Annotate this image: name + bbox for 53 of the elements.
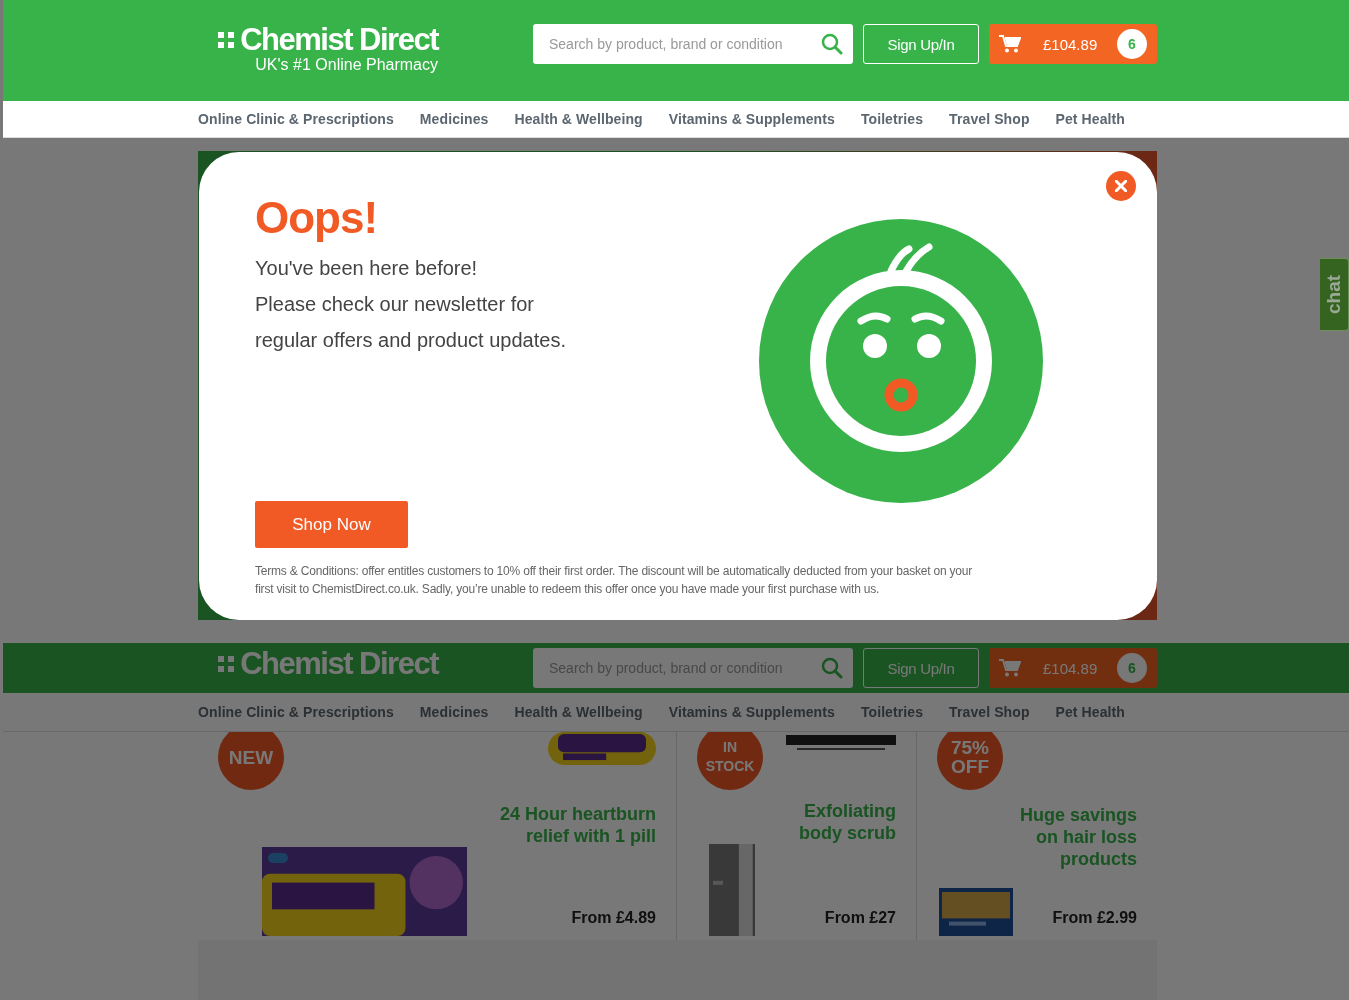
promo-price: From £4.89 — [571, 909, 656, 927]
nav-link[interactable]: Online Clinic & Prescriptions — [198, 111, 394, 127]
tagline: UK's #1 Online Pharmacy — [255, 56, 438, 74]
promo-card[interactable]: IN STOCK Exfoliating body scrub From £27 — [677, 732, 917, 940]
sign-in-button[interactable]: Sign Up/In — [863, 648, 979, 688]
nav-link[interactable]: Toiletries — [860, 111, 924, 127]
promo-price: From £27 — [824, 909, 896, 927]
nav-link[interactable]: Health & Wellbeing — [514, 111, 643, 127]
chat-tab[interactable]: chat — [1320, 258, 1349, 331]
promo-badge: 75% OFF — [937, 732, 1003, 790]
search-field[interactable]: Search by product, brand or condition — [533, 24, 853, 64]
terms-text: Terms & Conditions: offer entitles customers to 10% off their first order. The discount will be automatically deducted from your basket on your first visit to ChemistDirect.co.uk. Sadly, you’re unable to redeem this offer once you have made your first purchase with us. — [255, 563, 974, 598]
promo-headline[interactable]: 24 Hour heartburn relief with 1 pill — [218, 803, 656, 847]
basket-button[interactable]: £104.89 6 — [989, 24, 1157, 64]
promo-badge: IN STOCK — [697, 732, 763, 790]
nav-link[interactable]: Vitamins & Supplements — [668, 111, 835, 127]
promo-price: From £2.99 — [1052, 909, 1137, 927]
close-icon — [1115, 180, 1127, 192]
search-icon[interactable] — [821, 657, 843, 679]
basket-count: 6 — [1117, 653, 1147, 683]
popup-message: Please check our newsletter for — [255, 292, 536, 317]
promo-headline[interactable]: Exfoliating body scrub — [697, 800, 896, 844]
search-icon[interactable] — [821, 33, 843, 55]
popup-message: regular offers and product updates. — [255, 328, 566, 353]
logo-text[interactable]: Chemist Direct — [240, 648, 438, 680]
nav-link[interactable]: Medicines — [419, 111, 489, 127]
basket-total: £104.89 — [1043, 35, 1099, 53]
cart-icon — [999, 35, 1021, 53]
popup-message: You've been here before! — [255, 256, 479, 281]
nav-link[interactable]: Toiletries — [860, 704, 924, 720]
popup-title: Oops! — [255, 192, 379, 244]
promo-card[interactable]: 75% OFF Huge savings on hair loss products From £2.99 — [917, 732, 1157, 940]
basket-total: £104.89 — [1043, 659, 1099, 677]
nav-link[interactable]: Vitamins & Supplements — [668, 704, 835, 720]
close-button[interactable] — [1106, 171, 1136, 201]
logo-icon — [218, 32, 237, 48]
cart-icon — [999, 659, 1021, 677]
logo-text[interactable]: Chemist Direct — [240, 24, 438, 56]
shop-now-button[interactable]: Shop Now — [255, 501, 408, 548]
nav-link[interactable]: Travel Shop — [949, 111, 1030, 127]
nav-link[interactable]: Travel Shop — [949, 704, 1030, 720]
nav-link[interactable]: Health & Wellbeing — [514, 704, 643, 720]
nav-link[interactable]: Pet Health — [1055, 704, 1125, 720]
promo-card[interactable]: NEW 24 Hour heartburn relief with 1 pill From £4.89 — [198, 732, 677, 940]
promo-headline[interactable]: Huge savings on hair loss products — [937, 804, 1137, 870]
nav-link[interactable]: Medicines — [419, 704, 489, 720]
promo-badge: NEW — [218, 732, 284, 790]
nav-link[interactable]: Pet Health — [1055, 111, 1125, 127]
nav-link[interactable]: Online Clinic & Prescriptions — [198, 704, 394, 720]
logo-icon — [218, 656, 237, 672]
basket-button[interactable]: £104.89 6 — [989, 648, 1157, 688]
sign-in-button[interactable]: Sign Up/In — [863, 24, 979, 64]
basket-count: 6 — [1117, 29, 1147, 59]
